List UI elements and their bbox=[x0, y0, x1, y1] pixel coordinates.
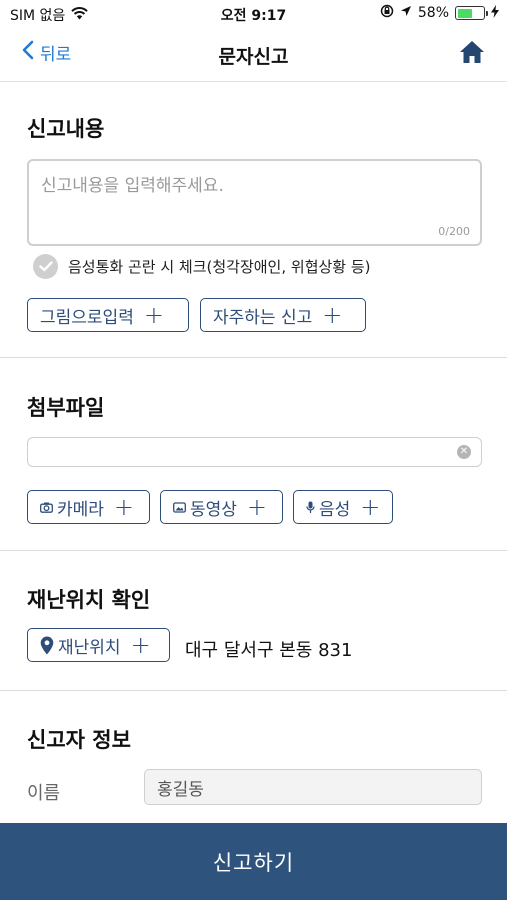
attachment-section-title: 첨부파일 bbox=[27, 396, 105, 420]
reporter-section-title: 신고자 정보 bbox=[27, 728, 131, 752]
battery-icon bbox=[455, 6, 488, 20]
divider bbox=[0, 357, 507, 358]
frequent-report-button[interactable]: 자주하는 신고 + bbox=[200, 298, 366, 332]
submit-button[interactable]: 신고하기 bbox=[0, 823, 507, 900]
location-address: 대구 달서구 본동 831 bbox=[185, 640, 353, 661]
voice-difficulty-checkbox[interactable]: 음성통화 곤란 시 체크(청각장애인, 위협상황 등) bbox=[33, 254, 371, 279]
camera-label: 카메라 bbox=[57, 499, 104, 520]
camera-button[interactable]: 카메라 + bbox=[27, 490, 150, 524]
home-button[interactable] bbox=[459, 40, 485, 68]
battery-cap bbox=[485, 10, 488, 16]
status-right: 58% bbox=[380, 4, 499, 22]
location-section-title: 재난위치 확인 bbox=[27, 588, 151, 612]
map-pin-icon bbox=[40, 636, 54, 655]
location-button[interactable]: 재난위치 + bbox=[27, 628, 170, 662]
chevron-left-icon bbox=[22, 40, 34, 65]
home-icon bbox=[459, 41, 485, 68]
check-icon bbox=[33, 254, 58, 279]
attachment-field[interactable]: ✕ bbox=[27, 437, 482, 467]
voice-difficulty-label: 음성통화 곤란 시 체크(청각장애인, 위협상황 등) bbox=[68, 258, 371, 276]
report-textarea-box: 0/200 bbox=[27, 159, 482, 246]
report-section-title: 신고내용 bbox=[27, 117, 105, 141]
plus-icon: + bbox=[143, 301, 164, 329]
battery-fill bbox=[457, 8, 472, 18]
plus-icon: + bbox=[322, 301, 343, 329]
frequent-report-label: 자주하는 신고 bbox=[213, 307, 313, 328]
voice-label: 음성 bbox=[319, 499, 351, 520]
location-arrow-icon bbox=[400, 5, 412, 21]
plus-icon: + bbox=[246, 493, 268, 521]
plus-icon: + bbox=[113, 493, 135, 521]
divider bbox=[0, 690, 507, 691]
nav-bar: 뒤로 문자신고 bbox=[0, 28, 507, 82]
divider bbox=[0, 550, 507, 551]
voice-button[interactable]: 음성 + bbox=[293, 490, 393, 524]
plus-icon: + bbox=[130, 631, 151, 659]
clear-icon[interactable]: ✕ bbox=[457, 445, 471, 459]
camera-icon bbox=[40, 502, 53, 513]
battery-percent: 58% bbox=[417, 5, 449, 21]
draw-input-label: 그림으로입력 bbox=[40, 307, 134, 328]
video-button[interactable]: 동영상 + bbox=[160, 490, 283, 524]
report-content-input[interactable] bbox=[29, 161, 480, 244]
name-input[interactable] bbox=[144, 769, 482, 805]
back-button[interactable]: 뒤로 bbox=[22, 40, 71, 65]
status-bar: SIM 없음 오전 9:17 58% bbox=[0, 0, 507, 28]
plus-icon: + bbox=[360, 493, 381, 521]
microphone-icon bbox=[306, 501, 315, 514]
video-icon bbox=[173, 501, 186, 513]
video-label: 동영상 bbox=[190, 499, 237, 520]
charging-icon bbox=[491, 4, 499, 22]
name-label: 이름 bbox=[27, 783, 61, 804]
draw-input-button[interactable]: 그림으로입력 + bbox=[27, 298, 189, 332]
back-label: 뒤로 bbox=[40, 45, 72, 65]
page-title: 문자신고 bbox=[218, 46, 289, 68]
char-counter: 0/200 bbox=[438, 225, 470, 238]
lock-rotation-icon bbox=[380, 4, 394, 22]
location-label: 재난위치 bbox=[58, 637, 121, 658]
